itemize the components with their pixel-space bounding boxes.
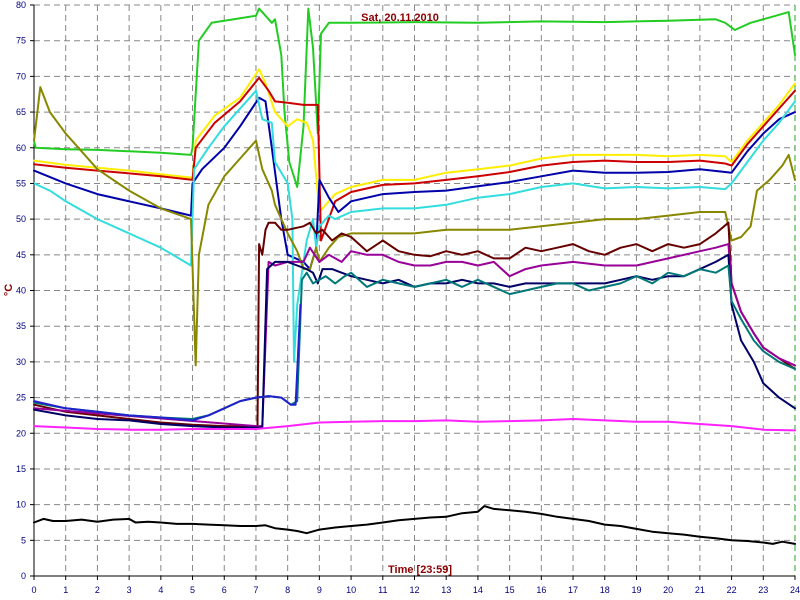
y-tick-label: 25 [16,393,26,403]
y-tick-label: 30 [16,357,26,367]
x-tick-label: 15 [505,585,515,595]
x-tick-label: 3 [127,585,132,595]
x-tick-label: 11 [378,585,387,595]
y-axis-title: °C [3,284,15,296]
x-tick-label: 1 [63,585,68,595]
x-tick-label: 9 [317,585,322,595]
x-tick-label: 23 [758,585,768,595]
x-tick-label: 13 [441,585,451,595]
x-tick-label: 16 [536,585,546,595]
x-tick-label: 14 [473,585,483,595]
x-axis-title: Time [23:59] [388,564,452,576]
x-tick-label: 24 [790,585,800,595]
x-tick-label: 21 [695,585,705,595]
x-tick-label: 5 [190,585,195,595]
chart-title: Sat, 20.11.2010 [361,12,439,24]
y-tick-label: 50 [16,214,26,224]
x-tick-label: 12 [409,585,419,595]
x-tick-label: 8 [285,585,290,595]
x-tick-label: 2 [95,585,100,595]
x-tick-label: 6 [222,585,227,595]
y-tick-label: 45 [16,250,26,260]
plot-background [0,0,800,600]
y-tick-label: 5 [21,535,26,545]
y-tick-label: 60 [16,143,26,153]
y-tick-label: 70 [16,71,26,81]
y-tick-label: 65 [16,107,26,117]
x-tick-label: 22 [727,585,737,595]
x-tick-label: 7 [253,585,258,595]
x-tick-label: 0 [31,585,36,595]
x-tick-label: 17 [568,585,578,595]
x-tick-label: 4 [158,585,163,595]
line-chart: 0 1 2 3 4 5 6 7 8 9 10 11 12 13 14 15 16 17 18 19 20 21 22 23 24… [0,0,800,600]
y-tick-label: 55 [16,178,26,188]
x-tick-label: 10 [346,585,356,595]
y-tick-label: 10 [16,500,26,510]
y-tick-label: 35 [16,321,26,331]
y-tick-label: 80 [16,0,26,10]
x-tick-label: 19 [631,585,641,595]
y-tick-label: 40 [16,286,26,296]
y-tick-label: 75 [16,36,26,46]
y-tick-label: 20 [16,428,26,438]
y-tick-label: 0 [21,571,26,581]
x-tick-label: 20 [663,585,673,595]
y-tick-label: 15 [16,464,26,474]
x-tick-label: 18 [600,585,610,595]
